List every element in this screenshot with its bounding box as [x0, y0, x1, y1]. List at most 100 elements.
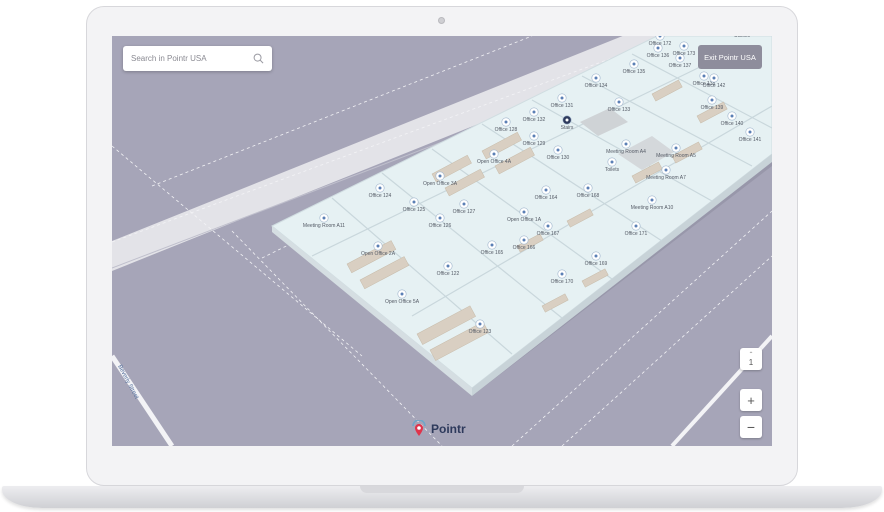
person-icon	[556, 148, 560, 152]
room-label: Office 132	[523, 117, 546, 123]
room-label: Office 136	[647, 53, 670, 59]
search-icon[interactable]	[253, 53, 264, 64]
person-icon	[748, 130, 752, 134]
person-icon	[624, 142, 628, 146]
person-icon	[594, 76, 598, 80]
brand-logo: Pointr	[410, 420, 466, 438]
person-icon	[730, 114, 734, 118]
room-label: Toilets	[605, 167, 620, 173]
person-icon	[710, 98, 714, 102]
room-label: Office 128	[495, 127, 518, 133]
floor-selector-button[interactable]: ⌃ 1	[740, 348, 762, 370]
person-icon	[378, 186, 382, 190]
person-icon	[522, 210, 526, 214]
person-icon	[522, 238, 526, 242]
room-label: Office 165	[481, 250, 504, 256]
zoom-out-button[interactable]: −	[740, 416, 762, 438]
pointr-logo-icon	[412, 420, 426, 436]
room-label: Office 172	[649, 41, 672, 47]
person-icon	[504, 120, 508, 124]
person-icon	[634, 224, 638, 228]
person-icon	[446, 264, 450, 268]
room-label: Office 141	[739, 137, 762, 143]
person-icon	[532, 110, 536, 114]
person-icon	[664, 168, 668, 172]
laptop-base-notch	[360, 486, 524, 493]
room-label: Office 167	[537, 231, 560, 237]
room-label: Office 133	[608, 107, 631, 113]
person-icon	[462, 202, 466, 206]
room-label: Office 123	[469, 329, 492, 335]
webcam-icon	[438, 17, 445, 24]
person-icon	[412, 200, 416, 204]
person-icon	[560, 272, 564, 276]
room-label: Office 139	[701, 105, 724, 111]
zoom-in-button[interactable]: +	[740, 389, 762, 411]
room-label: Office 168	[577, 193, 600, 199]
room-marker[interactable]: Utilities	[734, 36, 751, 39]
room-label: Office 173	[673, 51, 696, 57]
street-label: Beverly Street	[116, 364, 139, 400]
person-icon	[560, 96, 564, 100]
room-label: Office 140	[721, 121, 744, 127]
room-label: Office 164	[535, 195, 558, 201]
person-icon	[438, 216, 442, 220]
room-label: Office 170	[551, 279, 574, 285]
room-label: Stairs	[561, 125, 574, 131]
room-label: Meeting Room A7	[646, 175, 686, 181]
person-icon	[322, 216, 326, 220]
room-label: Open Office 5A	[385, 299, 420, 305]
person-icon	[650, 198, 654, 202]
room-label: Office 131	[551, 103, 574, 109]
room-label: Utilities	[734, 36, 751, 39]
room-label: Meeting Room A11	[303, 223, 345, 229]
room-label: Office 135	[623, 69, 646, 75]
person-icon	[532, 134, 536, 138]
person-icon	[586, 186, 590, 190]
exit-venue-button[interactable]: Exit Pointr USA	[698, 45, 762, 69]
brand-name: Pointr	[431, 422, 466, 436]
room-label: Office 124	[369, 193, 392, 199]
floor-level-value: 1	[748, 358, 754, 367]
room-label: Office 137	[669, 63, 692, 69]
person-icon	[478, 322, 482, 326]
person-icon	[702, 74, 706, 78]
room-label: Office 125	[403, 207, 426, 213]
person-icon	[632, 62, 636, 66]
person-icon	[400, 292, 404, 296]
room-label: Office 142	[703, 83, 726, 89]
search-bar[interactable]	[123, 46, 272, 71]
room-label: Open Office 2A	[361, 251, 396, 257]
person-icon	[438, 174, 442, 178]
person-icon	[617, 100, 621, 104]
person-icon	[546, 224, 550, 228]
room-label: Office 130	[547, 155, 570, 161]
person-icon	[490, 243, 494, 247]
room-label: Open Office 3A	[423, 181, 458, 187]
person-icon	[594, 254, 598, 258]
room-label: Meeting Room A10	[631, 205, 674, 211]
person-icon	[712, 76, 716, 80]
person-icon	[376, 244, 380, 248]
room-label: Office 166	[513, 245, 536, 251]
person-icon	[682, 44, 686, 48]
room-label: Office 169	[585, 261, 608, 267]
room-label: Meeting Room A4	[606, 149, 646, 155]
person-icon	[544, 188, 548, 192]
room-label: Office 129	[523, 141, 546, 147]
room-label: Open Office 1A	[507, 217, 542, 223]
person-icon	[674, 146, 678, 150]
map-canvas[interactable]: Beverly Street Meeting Room A11Open Offi…	[112, 36, 772, 446]
room-label: Office 122	[437, 271, 460, 277]
person-icon	[492, 152, 496, 156]
room-label: Office 171	[625, 231, 648, 237]
person-icon	[610, 160, 614, 164]
person-icon	[565, 118, 569, 122]
search-input[interactable]	[131, 54, 253, 63]
room-label: Open Office 4A	[477, 159, 512, 165]
indoor-map-screen[interactable]: Beverly Street Meeting Room A11 Open Off…	[112, 36, 772, 446]
room-label: Office 127	[453, 209, 476, 215]
room-label: Office 126	[429, 223, 452, 229]
room-label: Meeting Room A5	[656, 153, 696, 159]
room-label: Office 134	[585, 83, 608, 89]
